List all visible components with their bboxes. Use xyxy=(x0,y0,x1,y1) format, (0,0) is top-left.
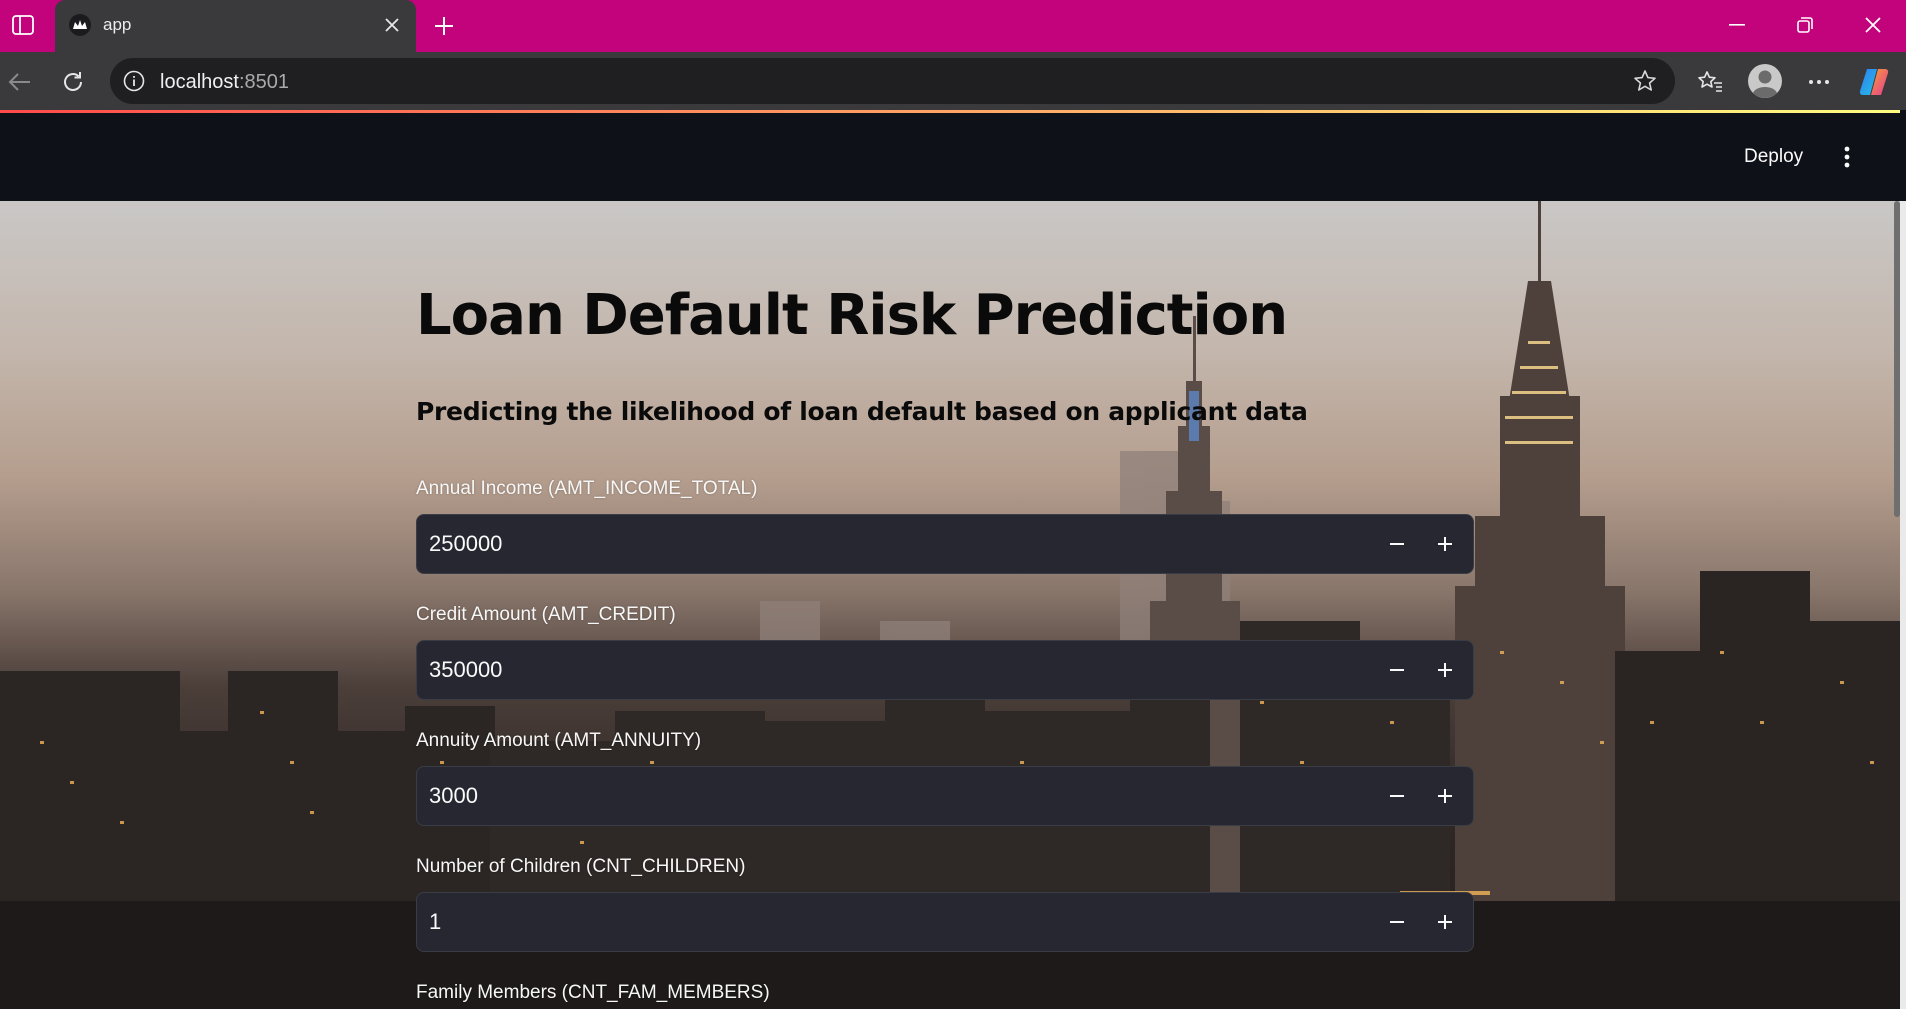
children-label: Number of Children (CNT_CHILDREN) xyxy=(416,856,746,877)
income-field[interactable] xyxy=(417,515,1327,573)
annuity-decrement-button[interactable] xyxy=(1377,776,1417,816)
main-menu-icon[interactable] xyxy=(1830,139,1864,175)
income-number-input xyxy=(416,514,1474,574)
children-field[interactable] xyxy=(417,893,1327,951)
page-title: Loan Default Risk Prediction xyxy=(416,283,1288,348)
tab-title: app xyxy=(103,15,132,34)
url-port: :8501 xyxy=(238,71,289,93)
annuity-increment-button[interactable] xyxy=(1425,776,1465,816)
url-text[interactable]: localhost:8501 xyxy=(160,71,289,94)
annuity-label: Annuity Amount (AMT_ANNUITY) xyxy=(416,730,702,751)
income-label: Annual Income (AMT_INCOME_TOTAL) xyxy=(416,478,758,499)
more-options-icon[interactable] xyxy=(1801,64,1837,100)
minus-icon xyxy=(1390,795,1404,797)
minimize-icon[interactable] xyxy=(1712,8,1762,42)
children-number-input xyxy=(416,892,1474,952)
profile-avatar-icon[interactable] xyxy=(1745,61,1785,101)
minus-icon xyxy=(1390,669,1404,671)
url-host: localhost xyxy=(160,71,239,93)
family-members-label: Family Members (CNT_FAM_MEMBERS) xyxy=(416,982,770,1003)
new-tab-icon[interactable] xyxy=(427,9,461,43)
minus-icon xyxy=(1390,543,1404,545)
credit-increment-button[interactable] xyxy=(1425,650,1465,690)
minus-icon xyxy=(1390,921,1404,923)
plus-icon xyxy=(1438,537,1452,551)
credit-field[interactable] xyxy=(417,641,1327,699)
tab-actions-icon[interactable] xyxy=(6,10,40,40)
browser-tab-app[interactable]: app xyxy=(55,0,416,52)
tab-close-icon[interactable] xyxy=(380,13,404,37)
streamlit-app: Deploy Loan Default Risk Prediction Pred… xyxy=(0,110,1906,1009)
children-increment-button[interactable] xyxy=(1425,902,1465,942)
streamlit-favicon-icon xyxy=(69,14,91,36)
app-header: Deploy xyxy=(0,113,1900,201)
plus-icon xyxy=(1438,915,1452,929)
credit-number-input xyxy=(416,640,1474,700)
page-subtitle: Predicting the likelihood of loan defaul… xyxy=(416,397,1308,426)
browser-toolbar: localhost:8501 xyxy=(0,52,1906,110)
annuity-field[interactable] xyxy=(417,767,1327,825)
income-increment-button[interactable] xyxy=(1425,524,1465,564)
back-arrow-icon[interactable] xyxy=(2,64,38,100)
scrollbar-track[interactable] xyxy=(1900,201,1906,1009)
favorite-star-icon[interactable] xyxy=(1631,67,1659,95)
credit-label: Credit Amount (AMT_CREDIT) xyxy=(416,604,676,625)
children-decrement-button[interactable] xyxy=(1377,902,1417,942)
plus-icon xyxy=(1438,789,1452,803)
close-window-icon[interactable] xyxy=(1848,8,1898,42)
browser-titlebar: app xyxy=(0,0,1906,52)
copilot-icon[interactable] xyxy=(1856,64,1892,100)
annuity-number-input xyxy=(416,766,1474,826)
deploy-button[interactable]: Deploy xyxy=(1728,141,1819,173)
plus-icon xyxy=(1438,663,1452,677)
address-bar[interactable]: localhost:8501 xyxy=(110,58,1675,104)
favorites-icon[interactable] xyxy=(1692,64,1728,100)
restore-icon[interactable] xyxy=(1780,8,1830,42)
credit-decrement-button[interactable] xyxy=(1377,650,1417,690)
scrollbar-thumb[interactable] xyxy=(1894,201,1900,517)
site-info-icon[interactable] xyxy=(120,67,148,95)
reload-icon[interactable] xyxy=(55,64,91,100)
income-decrement-button[interactable] xyxy=(1377,524,1417,564)
